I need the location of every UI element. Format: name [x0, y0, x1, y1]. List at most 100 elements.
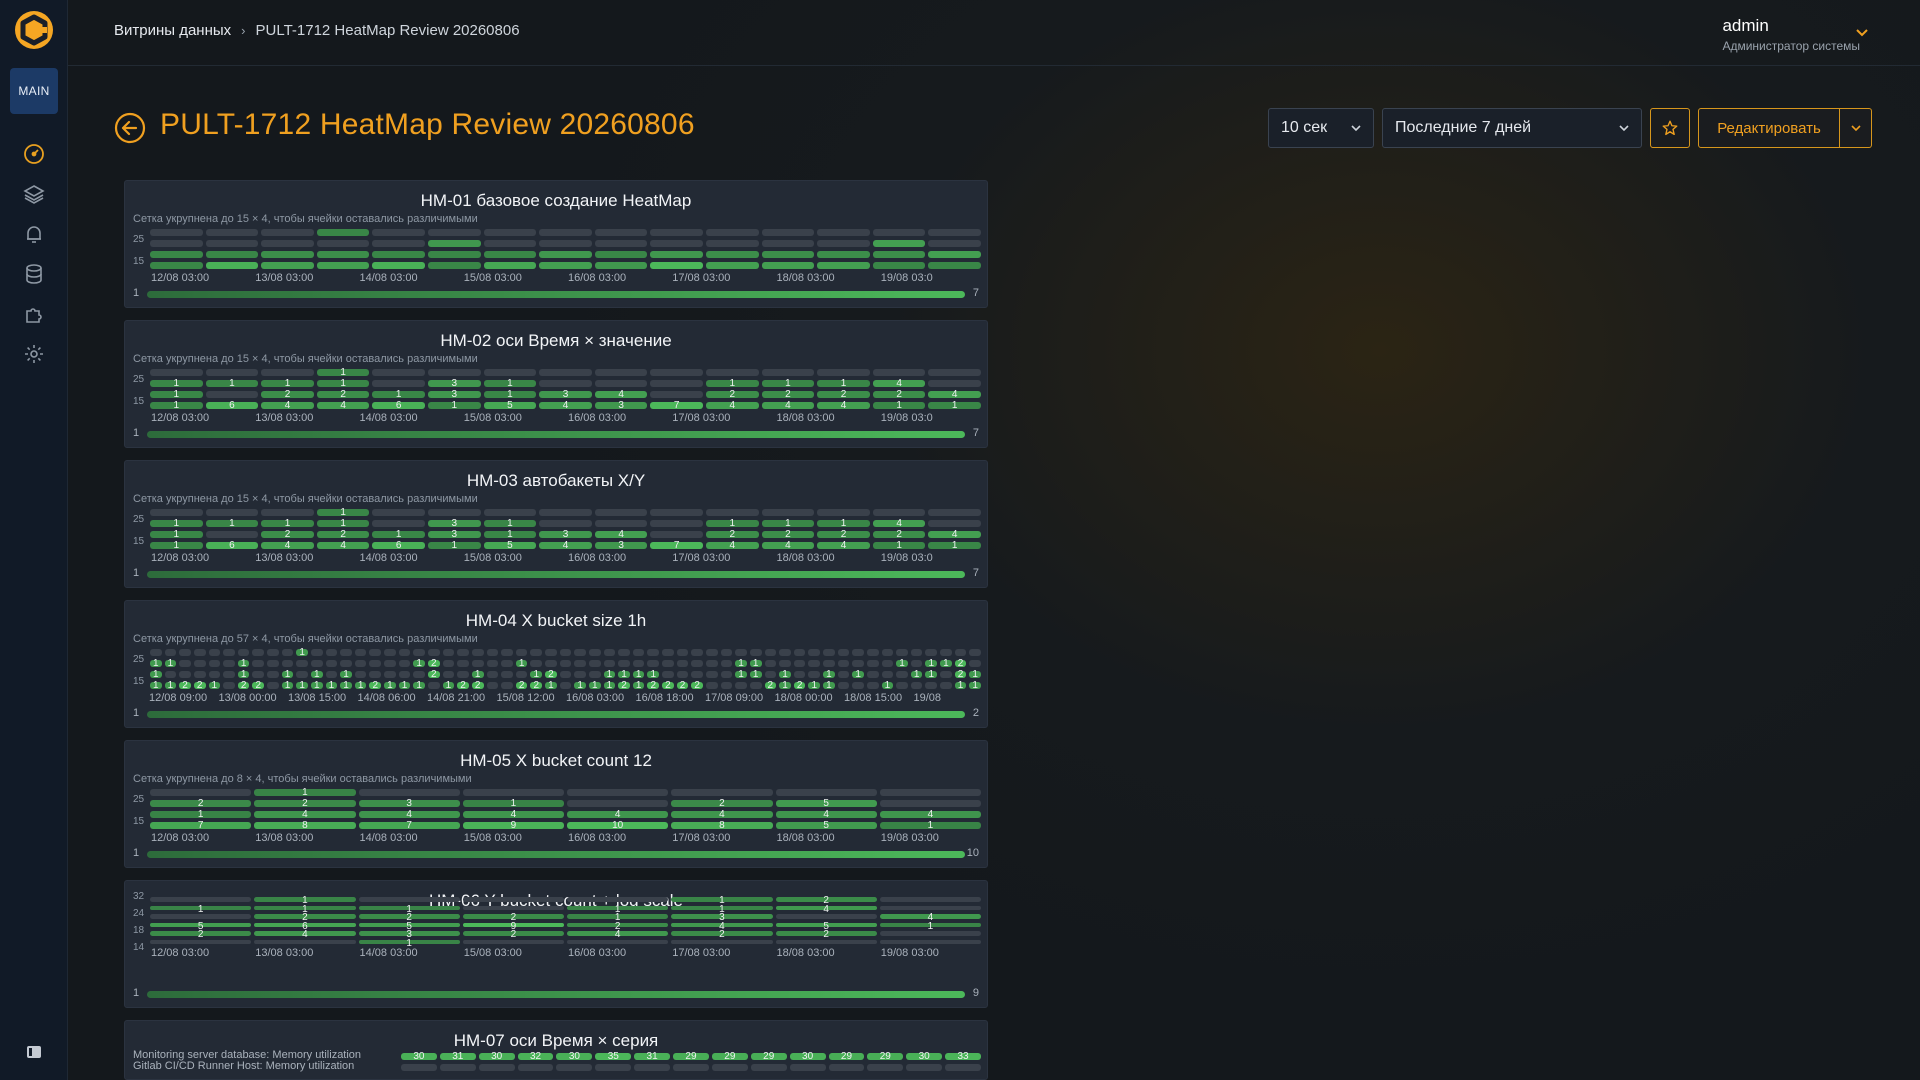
heatmap-cell[interactable]: 4: [879, 913, 981, 922]
heatmap-cell[interactable]: [325, 649, 338, 656]
heatmap-cell[interactable]: 1: [208, 681, 221, 691]
heatmap-cell[interactable]: 2: [150, 799, 252, 809]
heatmap-cell[interactable]: [530, 660, 543, 667]
heatmap-cell[interactable]: [208, 649, 221, 656]
heatmap-cell[interactable]: 4: [261, 401, 314, 411]
heatmap-cell[interactable]: [706, 509, 759, 516]
heatmap-cell[interactable]: 1: [671, 896, 773, 905]
heatmap-cell[interactable]: 2: [462, 930, 564, 939]
heatmap-cell[interactable]: [808, 649, 821, 656]
heatmap-cell[interactable]: [650, 240, 703, 247]
heatmap-cell[interactable]: [881, 660, 894, 667]
heatmap-cell[interactable]: [866, 660, 879, 667]
heatmap-cell[interactable]: 31: [439, 1052, 476, 1062]
heatmap-cell[interactable]: [706, 251, 759, 258]
heatmap-cell[interactable]: [879, 905, 981, 910]
heatmap-cell[interactable]: [384, 649, 396, 656]
heatmap-cell[interactable]: [223, 682, 235, 689]
heatmap-cell[interactable]: [515, 671, 528, 678]
heatmap-cell[interactable]: 1: [779, 681, 791, 691]
heatmap-cell[interactable]: 1: [261, 379, 314, 389]
heatmap-cell[interactable]: [316, 229, 370, 236]
heatmap-cell[interactable]: [179, 649, 191, 656]
heatmap-cell[interactable]: [179, 660, 191, 667]
heatmap-cell[interactable]: 1: [567, 913, 669, 922]
heatmap-cell[interactable]: 3: [428, 519, 481, 529]
heatmap-cell[interactable]: 1: [164, 659, 177, 669]
heatmap-cell[interactable]: [515, 649, 528, 656]
heatmap-cell[interactable]: [910, 682, 923, 689]
heatmap-cell[interactable]: [574, 671, 586, 678]
heatmap-cell[interactable]: [650, 520, 703, 527]
heatmap-cell[interactable]: [866, 682, 879, 689]
heatmap-cell[interactable]: [852, 660, 864, 667]
heatmap-cell[interactable]: 1: [354, 681, 367, 691]
heatmap-cell[interactable]: 1: [296, 648, 308, 658]
heatmap-cell[interactable]: [567, 789, 669, 796]
heatmap-cell[interactable]: 3: [358, 930, 460, 939]
heatmap-cell[interactable]: [462, 939, 564, 944]
heatmap-cell[interactable]: [401, 1064, 437, 1071]
heatmap-cell[interactable]: [662, 649, 674, 656]
heatmap-cell[interactable]: [223, 649, 235, 656]
heatmap-cell[interactable]: [632, 649, 645, 656]
heatmap-panel[interactable]: HM-05 X bucket count 12 Сетка укрупнена д…: [124, 740, 988, 868]
heatmap-cell[interactable]: 4: [775, 905, 877, 914]
heatmap-cell[interactable]: [205, 251, 259, 258]
heatmap-cell[interactable]: [164, 649, 177, 656]
dock-menu-icon[interactable]: [22, 1040, 46, 1064]
heatmap-cell[interactable]: [296, 671, 308, 678]
heatmap-cell[interactable]: [852, 682, 864, 689]
heatmap-cell[interactable]: 1: [910, 670, 923, 680]
heatmap-cell[interactable]: 1: [384, 681, 396, 691]
heatmap-cell[interactable]: [618, 660, 630, 667]
heatmap-cell[interactable]: 1: [817, 379, 870, 389]
heatmap-cell[interactable]: [205, 509, 259, 516]
heatmap-cell[interactable]: [872, 251, 926, 258]
heatmap-cell[interactable]: [442, 671, 455, 678]
heatmap-cell[interactable]: [676, 660, 689, 667]
heatmap-cell[interactable]: 1: [735, 670, 747, 680]
main-badge[interactable]: MAIN: [10, 68, 58, 114]
heatmap-cell[interactable]: [150, 251, 203, 258]
heatmap-cell[interactable]: [193, 649, 206, 656]
heatmap-cell[interactable]: [650, 229, 703, 236]
heatmap-cell[interactable]: 1: [296, 681, 308, 691]
heatmap-cell[interactable]: [205, 262, 259, 269]
heatmap-cell[interactable]: [471, 649, 484, 656]
edit-button[interactable]: Редактировать: [1698, 108, 1840, 148]
heatmap-cell[interactable]: [735, 649, 747, 656]
heatmap-cell[interactable]: 29: [867, 1052, 904, 1062]
heatmap-cell[interactable]: [539, 240, 592, 247]
heatmap-cell[interactable]: [354, 671, 367, 678]
heatmap-cell[interactable]: [457, 660, 469, 667]
heatmap-panel[interactable]: HM-07 оси Время × серия 30 31 30 32 30 35 31 29 2…: [124, 1020, 988, 1080]
heatmap-cell[interactable]: [945, 1064, 981, 1071]
heatmap-cell[interactable]: [749, 682, 762, 689]
heatmap-cell[interactable]: [223, 660, 235, 667]
heatmap-cell[interactable]: 1: [372, 390, 425, 400]
heatmap-cell[interactable]: [471, 660, 484, 667]
heatmap-cell[interactable]: [483, 509, 537, 516]
heatmap-cell[interactable]: [594, 240, 648, 247]
heatmap-cell[interactable]: 3: [671, 913, 773, 922]
heatmap-cell[interactable]: 2: [428, 659, 440, 669]
heatmap-cell[interactable]: [706, 229, 759, 236]
heatmap-cell[interactable]: [872, 229, 926, 236]
heatmap-cell[interactable]: 1: [969, 670, 981, 680]
heatmap-cell[interactable]: [650, 369, 703, 376]
heatmap-cell[interactable]: [179, 671, 191, 678]
heatmap-cell[interactable]: [483, 251, 537, 258]
heatmap-cell[interactable]: 1: [325, 681, 338, 691]
heatmap-grid[interactable]: 1121111142221345659245124324221: [149, 895, 983, 948]
heatmap-cell[interactable]: [879, 897, 981, 902]
heatmap-cell[interactable]: 4: [706, 541, 759, 551]
heatmap-cell[interactable]: [789, 1064, 826, 1071]
heatmap-grid[interactable]: 1 2 2 3 1 2 5 1 4 4 4 4 4 4 4 7 8 7 9 10 8 5 1: [149, 787, 983, 831]
heatmap-cell[interactable]: 1: [150, 681, 162, 691]
heatmap-cell[interactable]: [928, 240, 981, 247]
heatmap-cell[interactable]: 1: [281, 681, 294, 691]
heatmap-cell[interactable]: [618, 649, 630, 656]
heatmap-cell[interactable]: [837, 649, 850, 656]
heatmap-cell[interactable]: [150, 369, 203, 376]
